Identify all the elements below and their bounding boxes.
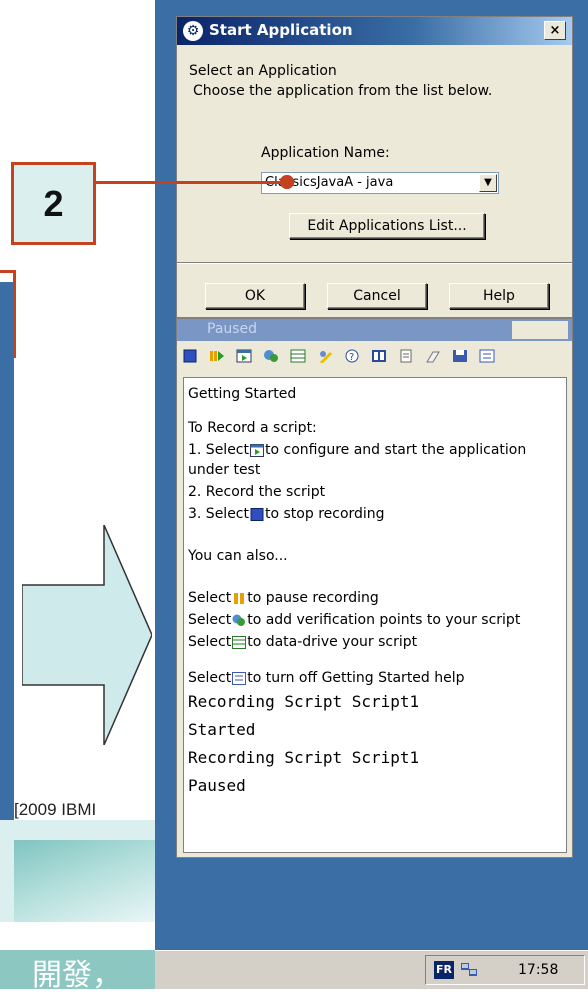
ok-button[interactable]: OK (205, 283, 305, 309)
application-icon: ⚙ (183, 21, 203, 41)
to-record-heading: To Record a script: (188, 420, 317, 436)
log-line: Recording Script Script1 (188, 692, 420, 711)
cancel-button[interactable]: Cancel (327, 283, 427, 309)
dialog-titlebar[interactable]: ⚙ Start Application × (177, 17, 572, 45)
also-heading: You can also... (188, 548, 288, 564)
monitor-titlebar[interactable]: Paused (177, 319, 572, 341)
window-control-buttons[interactable] (512, 321, 568, 339)
start-application-icon (250, 443, 264, 457)
pause-tip-line: Select to pause recording (188, 590, 379, 606)
dialog-subheading: Choose the application from the list bel… (193, 83, 493, 99)
language-indicator[interactable]: FR (434, 961, 454, 979)
step-callout: 2 (11, 162, 96, 245)
network-icon[interactable] (460, 961, 480, 979)
step-3-prefix: 3. Select (188, 506, 249, 522)
dialog-heading: Select an Application (189, 63, 337, 79)
save-icon[interactable] (451, 347, 469, 365)
slide-swoosh (14, 840, 155, 922)
chevron-down-icon[interactable]: ▼ (479, 174, 497, 192)
tip-prefix: Select (188, 634, 232, 650)
log-line: Recording Script Script1 (188, 748, 420, 767)
verification-point-icon (232, 614, 246, 626)
dialog-separator (177, 262, 572, 264)
slide-copyright-text: [2009 IBMI (14, 800, 97, 819)
callout-pointer-dot-front (280, 175, 294, 189)
tip-prefix: Select (188, 670, 232, 686)
step-1-continued: under test (188, 462, 261, 478)
notes-icon[interactable] (397, 347, 415, 365)
getting-started-icon (232, 671, 247, 685)
tip-suffix: to add verification points to your scrip… (247, 612, 521, 628)
slide-footer-text: 開發， (32, 958, 122, 993)
help-icon[interactable]: ? (343, 347, 361, 365)
data-driver-icon (232, 635, 247, 649)
recording-monitor-window: Paused ? Getting Started To Record a scr… (176, 318, 573, 858)
getting-started-heading: Getting Started (188, 386, 297, 402)
application-name-combobox[interactable]: ClassicsJavaA - java ▼ (261, 172, 499, 194)
start-application-icon[interactable] (235, 347, 253, 365)
verification-point-icon[interactable] (262, 347, 280, 365)
tip-suffix: to pause recording (247, 590, 379, 606)
tip-suffix: to turn off Getting Started help (247, 670, 465, 686)
callout-pointer-line-front (96, 181, 286, 184)
tip-suffix: to data-drive your script (247, 634, 418, 650)
edit-applications-list-button[interactable]: Edit Applications List... (289, 213, 485, 239)
application-name-label: Application Name: (261, 145, 390, 161)
svg-text:?: ? (349, 352, 354, 363)
tip-prefix: Select (188, 612, 232, 628)
monitor-toolbar: ? (181, 345, 567, 367)
verification-tip-line: Select to add verification points to your… (188, 612, 520, 628)
step-1-prefix: 1. Select (188, 442, 249, 458)
start-application-dialog: ⚙ Start Application × Select an Applicat… (176, 16, 573, 318)
data-drive-tip-line: Select to data-drive your script (188, 634, 417, 650)
getting-started-tip-line: Select to turn off Getting Started help (188, 670, 465, 686)
dialog-title: Start Application (209, 21, 353, 39)
step-2-line: 2. Record the script (188, 484, 326, 500)
system-tray: FR 17:58 (425, 955, 585, 985)
script-support-icon[interactable] (316, 347, 334, 365)
pause-icon[interactable] (208, 347, 226, 365)
step-number: 2 (43, 182, 64, 224)
right-arrow-icon (22, 525, 152, 745)
step-3-suffix: to stop recording (265, 506, 385, 522)
monitor-title: Paused (207, 321, 258, 337)
monitor-content-pane: Getting Started To Record a script: 1. S… (183, 377, 567, 853)
taskbar: FR 17:58 (155, 950, 588, 989)
clock: 17:58 (518, 962, 559, 978)
getting-started-icon[interactable] (478, 347, 496, 365)
stop-recording-icon (250, 507, 264, 521)
step-1-line: 1. Select to configure and start the appl… (188, 442, 526, 458)
clear-icon[interactable] (424, 347, 442, 365)
help-button[interactable]: Help (449, 283, 549, 309)
log-line: Paused (188, 776, 246, 795)
log-line: Started (188, 720, 256, 739)
pause-icon (234, 592, 245, 604)
stop-recording-icon[interactable] (181, 347, 199, 365)
close-button[interactable]: × (544, 21, 566, 40)
tip-prefix: Select (188, 590, 232, 606)
step-3-line: 3. Select to stop recording (188, 506, 385, 522)
display-icon[interactable] (370, 347, 388, 365)
data-driver-icon[interactable] (289, 347, 307, 365)
step-1-suffix: to configure and start the application (265, 442, 527, 458)
